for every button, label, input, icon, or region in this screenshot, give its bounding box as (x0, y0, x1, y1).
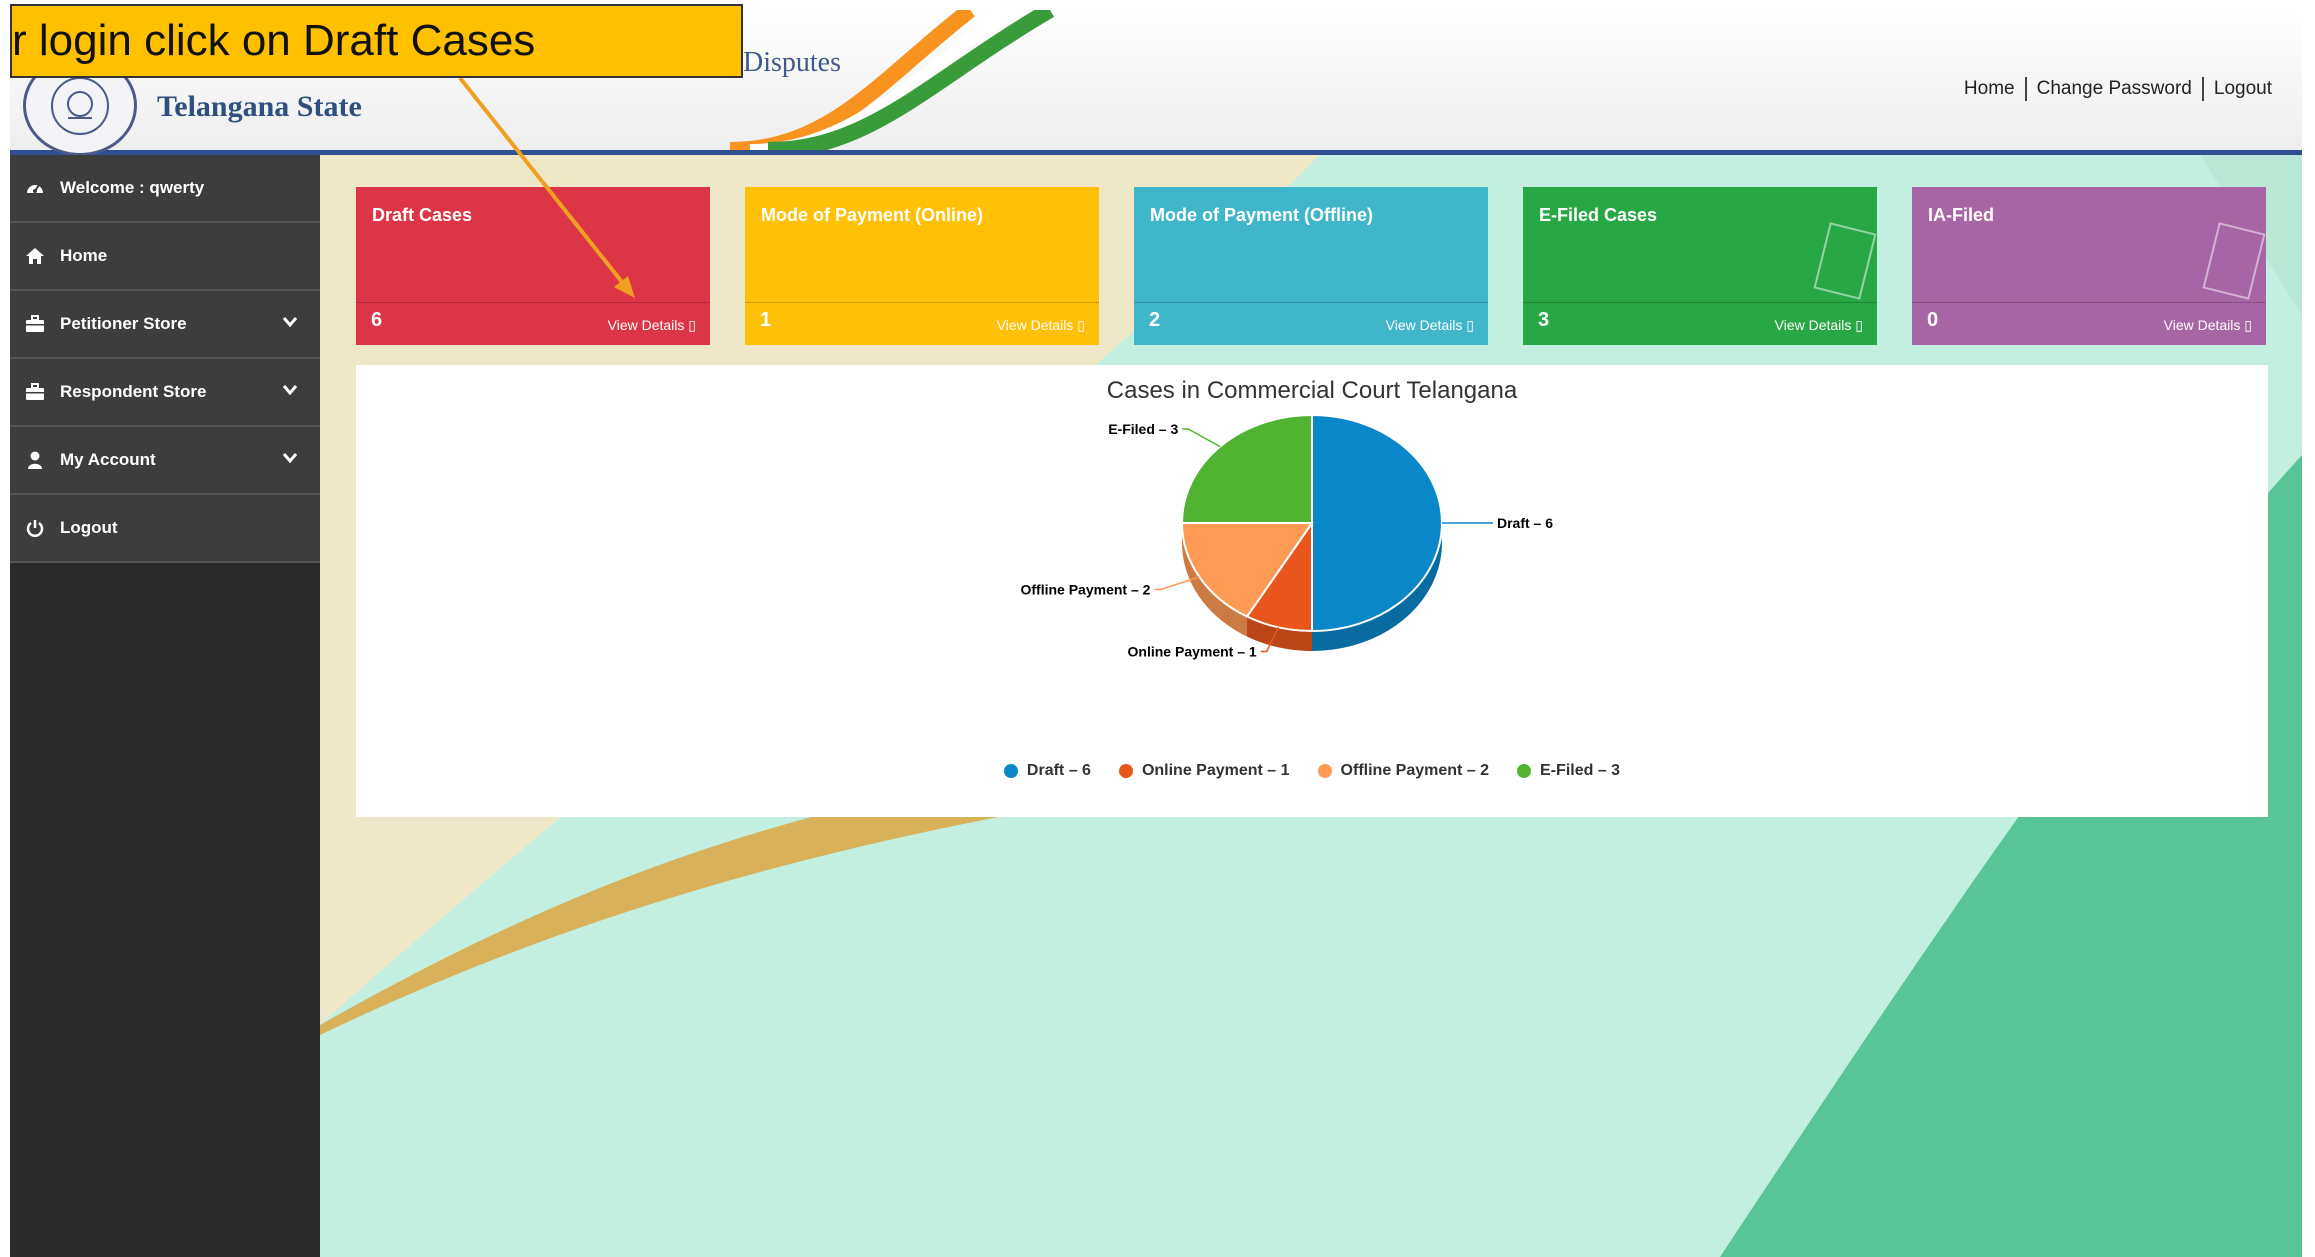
pie-chart: Draft – 6 Online Payment – 1 Offline Payme… (1021, 413, 1553, 659)
card-footer: 2 View Details ▯ (1134, 302, 1488, 345)
legend-item[interactable]: E-Filed – 3 (1517, 762, 1620, 780)
user-icon (24, 449, 46, 471)
pie-data-label: E-Filed – 3 (1108, 421, 1178, 437)
legend-label: Online Payment – 1 (1141, 762, 1290, 779)
top-nav: Home Change Password Logout (1954, 77, 2282, 101)
flag-stripes-decoration (729, 10, 1055, 150)
chevron-down-icon[interactable] (282, 449, 298, 469)
legend-label: Draft – 6 (1026, 762, 1091, 779)
top-link-logout[interactable]: Logout (2204, 78, 2282, 100)
legend-marker (1118, 764, 1133, 778)
emblem-icon (51, 76, 109, 135)
card-offline-payment[interactable]: Mode of Payment (Offline) 2 View Details… (1134, 187, 1488, 345)
sidebar-item-label: Respondent Store (60, 382, 207, 401)
chart-panel: Cases in Commercial Court Telangana Draf… (356, 365, 2268, 817)
site-title: Telangana State (157, 90, 362, 123)
sidebar-item-home[interactable]: Home (10, 223, 320, 291)
document-icon (2202, 222, 2266, 300)
sidebar-item-respondent-store[interactable]: Respondent Store (10, 359, 320, 427)
sidebar-item-label: Petitioner Store (60, 314, 187, 333)
legend-label: E-Filed – 3 (1540, 762, 1621, 779)
site-subtitle: Disputes (743, 47, 841, 78)
card-title: E-Filed Cases (1539, 205, 1658, 225)
pie-data-label: Draft – 6 (1497, 515, 1553, 531)
sidebar-item-label: My Account (60, 450, 156, 469)
power-icon (24, 517, 46, 539)
top-link-change-password[interactable]: Change Password (2027, 78, 2202, 100)
card-draft-cases[interactable]: Draft Cases 6 View Details ▯ (356, 187, 710, 345)
legend-item[interactable]: Offline Payment – 2 (1317, 762, 1490, 780)
card-footer: 6 View Details ▯ (356, 302, 710, 345)
card-title: Draft Cases (372, 205, 473, 225)
sidebar-item-label: Welcome : qwerty (60, 178, 205, 197)
card-title: Mode of Payment (Offline) (1150, 205, 1374, 225)
chevron-down-icon[interactable] (282, 313, 298, 333)
top-link-home[interactable]: Home (1954, 78, 2025, 100)
legend-marker (1517, 764, 1532, 778)
pie-data-label: Offline Payment – 2 (1021, 582, 1151, 598)
legend-label: Offline Payment – 2 (1340, 762, 1490, 779)
instruction-callout: r login click on Draft Cases (10, 4, 743, 78)
view-details-link[interactable]: View Details ▯ (997, 317, 1085, 334)
document-icon (1813, 222, 1877, 300)
pie-data-label: Online Payment – 1 (1128, 643, 1257, 659)
legend-marker (1317, 764, 1332, 778)
card-count: 3 (1538, 309, 1550, 331)
card-title: IA-Filed (1928, 205, 1994, 225)
sidebar-item-my-account[interactable]: My Account (10, 427, 320, 495)
sidebar: Welcome : qwerty Home Petitioner Store R… (10, 155, 320, 1257)
card-count: 6 (371, 309, 383, 331)
legend-item[interactable]: Online Payment – 1 (1118, 762, 1290, 780)
sidebar-item-label: Logout (60, 518, 118, 537)
sidebar-item-welcome[interactable]: Welcome : qwerty (10, 155, 320, 223)
view-details-link[interactable]: View Details ▯ (1386, 317, 1474, 334)
dashboard-icon (24, 177, 46, 199)
card-footer: 0 View Details ▯ (1912, 302, 2266, 345)
sidebar-item-logout[interactable]: Logout (10, 495, 320, 563)
legend-marker (1003, 764, 1018, 778)
card-footer: 1 View Details ▯ (745, 302, 1099, 345)
chart-legend: Draft – 6 Online Payment – 1 Offline Payme… (356, 762, 2268, 780)
briefcase-icon (24, 381, 46, 403)
card-ia-filed[interactable]: IA-Filed 0 View Details ▯ (1912, 187, 2266, 345)
card-count: 0 (1927, 309, 1939, 331)
browser-viewport: Telangana State Disputes Home Change Pas… (10, 0, 2302, 1257)
card-count: 2 (1149, 309, 1161, 331)
home-icon (24, 245, 46, 267)
card-online-payment[interactable]: Mode of Payment (Online) 1 View Details … (745, 187, 1099, 345)
pie-slice-e-filed[interactable] (1180, 413, 1313, 524)
card-title: Mode of Payment (Online) (761, 205, 984, 225)
main-content: Draft Cases 6 View Details ▯ Mode of Pay… (320, 155, 2302, 1257)
legend-item[interactable]: Draft – 6 (1003, 762, 1091, 780)
pie-leader-line (1182, 428, 1221, 448)
sidebar-item-petitioner-store[interactable]: Petitioner Store (10, 291, 320, 359)
card-e-filed-cases[interactable]: E-Filed Cases 3 View Details ▯ (1523, 187, 1877, 345)
view-details-link[interactable]: View Details ▯ (2164, 317, 2252, 334)
chevron-down-icon[interactable] (282, 381, 298, 401)
card-count: 1 (760, 309, 772, 331)
card-footer: 3 View Details ▯ (1523, 302, 1877, 345)
sidebar-item-label: Home (60, 246, 108, 265)
view-details-link[interactable]: View Details ▯ (1775, 317, 1863, 334)
briefcase-icon (24, 313, 46, 335)
view-details-link[interactable]: View Details ▯ (608, 317, 696, 334)
